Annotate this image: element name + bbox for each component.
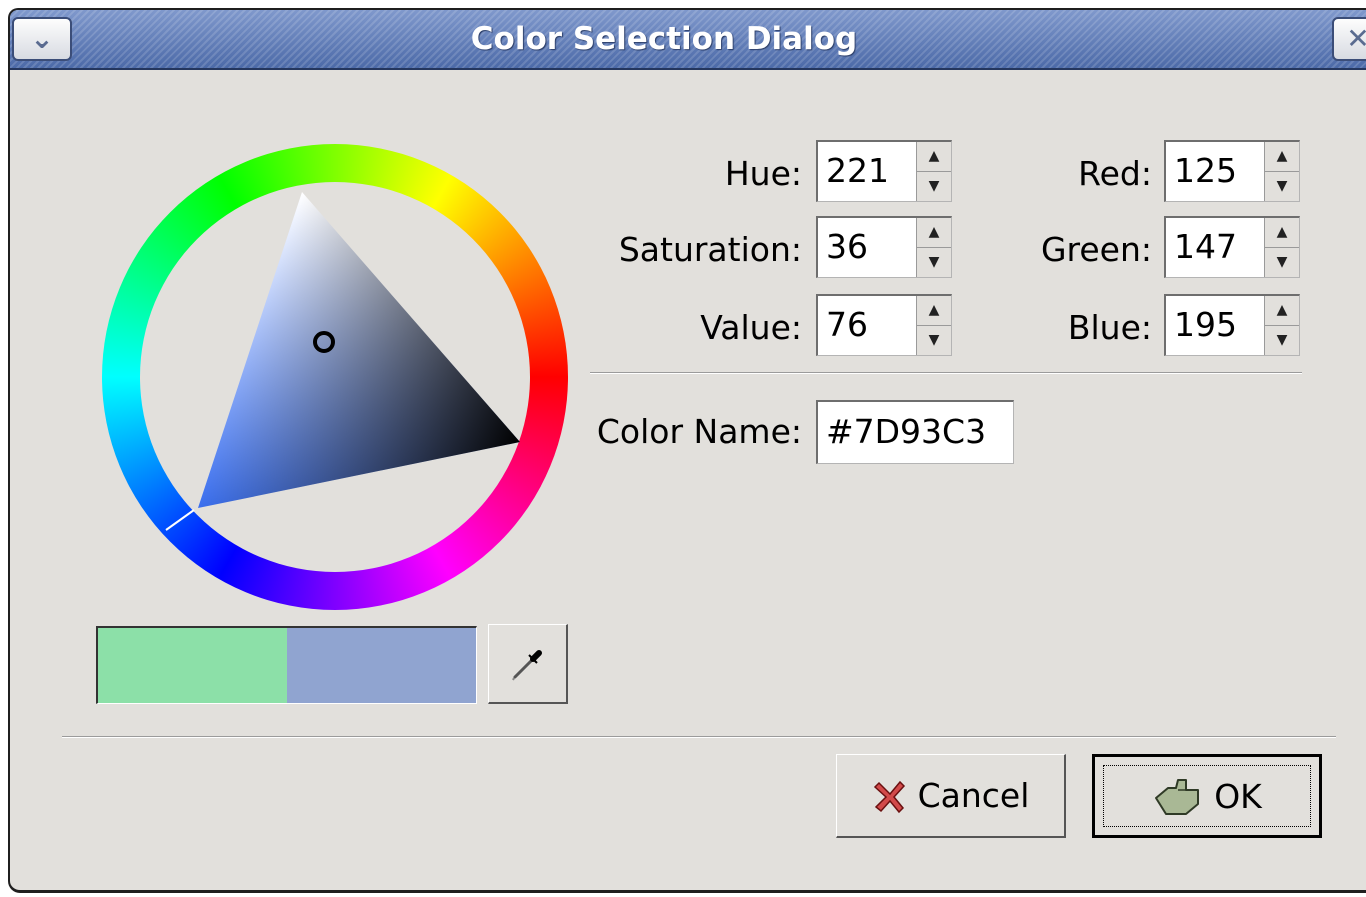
close-icon: ✕: [1346, 22, 1366, 55]
hue-decrement-icon[interactable]: ▼: [917, 172, 951, 202]
fields-separator: [590, 372, 1302, 374]
blue-decrement-icon[interactable]: ▼: [1265, 326, 1299, 356]
saturation-label: Saturation:: [618, 230, 802, 269]
sv-triangle[interactable]: [102, 144, 568, 610]
blue-increment-icon[interactable]: ▲: [1265, 296, 1299, 326]
hue-spinbutton[interactable]: 221 ▲ ▼: [816, 140, 952, 202]
value-increment-icon[interactable]: ▲: [917, 296, 951, 326]
title-bar[interactable]: ⌄ Color Selection Dialog ✕: [10, 10, 1366, 70]
ok-button[interactable]: OK: [1092, 754, 1322, 838]
cancel-label: Cancel: [917, 776, 1030, 815]
saturation-spinbutton[interactable]: 36 ▲ ▼: [816, 216, 952, 278]
eyedropper-icon: [512, 650, 542, 681]
value-decrement-icon[interactable]: ▼: [917, 326, 951, 356]
ok-label: OK: [1214, 776, 1262, 816]
red-increment-icon[interactable]: ▲: [1265, 142, 1299, 172]
blue-label: Blue:: [1067, 308, 1152, 347]
color-selection-dialog: ⌄ Color Selection Dialog ✕ Hue: 221: [8, 8, 1366, 893]
red-spinbutton[interactable]: 125 ▲ ▼: [1164, 140, 1300, 202]
color-name-value: #7D93C3: [826, 412, 987, 451]
close-button[interactable]: ✕: [1332, 17, 1366, 61]
green-increment-icon[interactable]: ▲: [1265, 218, 1299, 248]
saturation-increment-icon[interactable]: ▲: [917, 218, 951, 248]
window-title: Color Selection Dialog: [470, 21, 858, 57]
current-color-swatch: [287, 628, 476, 703]
hand-ok-icon: [1155, 779, 1200, 815]
hue-increment-icon[interactable]: ▲: [917, 142, 951, 172]
red-decrement-icon[interactable]: ▼: [1265, 172, 1299, 202]
hue-value: 221: [826, 151, 889, 190]
red-x-icon: [873, 780, 905, 813]
green-value: 147: [1174, 227, 1237, 266]
color-name-label: Color Name:: [596, 412, 802, 451]
eyedropper-button[interactable]: [488, 624, 568, 704]
saturation-value: 36: [826, 227, 868, 266]
green-label: Green:: [1040, 230, 1152, 269]
green-decrement-icon[interactable]: ▼: [1265, 248, 1299, 278]
color-swatches: [96, 626, 477, 704]
blue-spinbutton[interactable]: 195 ▲ ▼: [1164, 294, 1300, 356]
value-spinbutton[interactable]: 76 ▲ ▼: [816, 294, 952, 356]
buttons-separator: [62, 736, 1336, 738]
hue-label: Hue:: [724, 154, 802, 193]
previous-color-swatch[interactable]: [98, 628, 287, 703]
color-name-field[interactable]: #7D93C3: [816, 400, 1014, 464]
red-value: 125: [1174, 151, 1237, 190]
green-spinbutton[interactable]: 147 ▲ ▼: [1164, 216, 1300, 278]
value-label: Value:: [700, 308, 802, 347]
blue-value: 195: [1174, 305, 1237, 344]
cancel-button[interactable]: Cancel: [836, 754, 1066, 838]
saturation-decrement-icon[interactable]: ▼: [917, 248, 951, 278]
red-label: Red:: [1078, 154, 1152, 193]
value-value: 76: [826, 305, 868, 344]
